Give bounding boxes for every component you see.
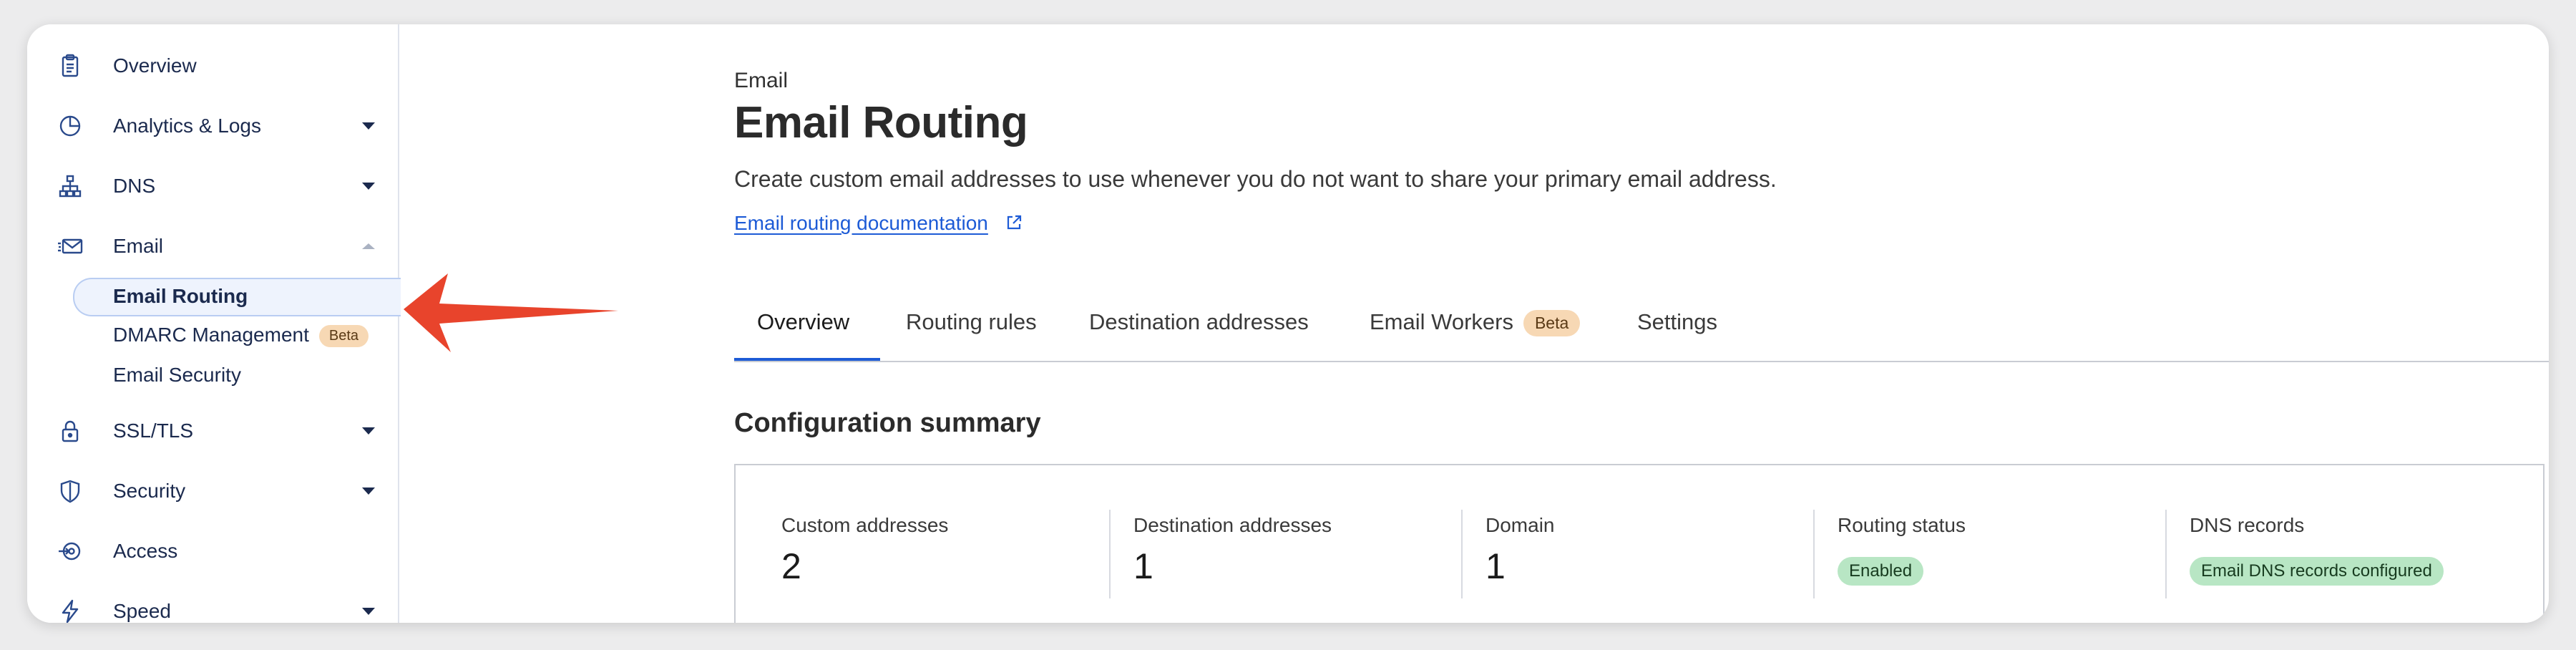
stat-value: 1 — [1485, 546, 1506, 586]
sidebar-item-ssl-tls[interactable]: SSL/TLS — [27, 409, 398, 452]
stat-label: DNS records — [2190, 514, 2305, 536]
sidebar-item-label: Access — [113, 540, 178, 562]
stat-label: Routing status — [1838, 514, 1966, 536]
divider — [1813, 510, 1815, 598]
sidebar-item-access[interactable]: Access — [27, 530, 398, 573]
stat-value: 2 — [781, 546, 801, 586]
sidebar-item-label: DNS — [113, 175, 156, 197]
sidebar-item-speed[interactable]: Speed — [27, 590, 398, 623]
sidebar-item-label: Speed — [113, 600, 171, 622]
beta-badge: Beta — [1523, 310, 1581, 337]
app-window: Overview Analytics & Logs DNS Email Emai… — [27, 24, 2549, 623]
chevron-down-icon[interactable] — [362, 488, 375, 495]
divider — [2165, 510, 2167, 598]
tab-email-workers[interactable]: Email Workers Beta — [1370, 309, 1581, 337]
tab-settings[interactable]: Settings — [1637, 309, 1717, 335]
sidebar-item-email[interactable]: Email — [27, 225, 398, 268]
tab-overview[interactable]: Overview — [757, 309, 849, 335]
external-link-icon[interactable] — [1005, 213, 1023, 232]
chevron-up-icon[interactable] — [362, 243, 375, 249]
page-description: Create custom email addresses to use whe… — [734, 166, 1777, 192]
clipboard-icon — [57, 53, 83, 79]
lightning-icon — [57, 598, 83, 623]
pie-chart-icon — [57, 113, 83, 139]
chevron-down-icon[interactable] — [362, 608, 375, 615]
page-title: Email Routing — [734, 98, 1028, 147]
main-content: Email Email Routing Create custom email … — [399, 24, 2549, 623]
access-icon — [57, 538, 83, 564]
documentation-link[interactable]: Email routing documentation — [734, 212, 988, 235]
email-icon — [57, 233, 83, 259]
section-title: Configuration summary — [734, 408, 1041, 438]
divider — [1109, 510, 1111, 598]
sidebar-item-security[interactable]: Security — [27, 470, 398, 513]
chevron-down-icon[interactable] — [362, 427, 375, 435]
active-tab-indicator — [734, 358, 880, 361]
sidebar-item-dns[interactable]: DNS — [27, 165, 398, 208]
divider — [1461, 510, 1463, 598]
lock-icon — [57, 418, 83, 444]
beta-badge: Beta — [318, 325, 369, 348]
stat-label: Destination addresses — [1133, 514, 1332, 536]
chevron-down-icon[interactable] — [362, 122, 375, 130]
sidebar: Overview Analytics & Logs DNS Email Emai… — [27, 24, 401, 623]
sidebar-item-label: Analytics & Logs — [113, 115, 261, 137]
sidebar-item-label: Security — [113, 480, 186, 502]
sidebar-subitem-dmarc[interactable]: DMARC Management Beta — [113, 324, 369, 348]
sidebar-item-label: Overview — [113, 54, 197, 77]
breadcrumb: Email — [734, 69, 789, 92]
sidebar-subitem-label: Email Security — [113, 364, 241, 386]
tab-label: Email Workers — [1370, 309, 1513, 334]
stat-label: Custom addresses — [781, 514, 949, 536]
sidebar-item-label: SSL/TLS — [113, 419, 194, 442]
sidebar-subitem-label: Email Routing — [113, 285, 248, 307]
sidebar-item-analytics[interactable]: Analytics & Logs — [27, 105, 398, 147]
shield-icon — [57, 478, 83, 504]
tab-routing-rules[interactable]: Routing rules — [906, 309, 1037, 335]
chevron-down-icon[interactable] — [362, 183, 375, 190]
status-badge: Email DNS records configured — [2190, 557, 2444, 586]
sidebar-item-overview[interactable]: Overview — [27, 44, 398, 87]
configuration-summary-card: Custom addresses 2 Destination addresses… — [734, 464, 2545, 623]
stat-value: 1 — [1133, 546, 1153, 586]
sidebar-item-label: Email — [113, 235, 164, 257]
stat-label: Domain — [1485, 514, 1555, 536]
sidebar-subitem-email-security[interactable]: Email Security — [113, 364, 241, 387]
sidebar-subitem-label: DMARC Management — [113, 324, 309, 346]
tab-bar: Overview Routing rules Destination addre… — [734, 296, 2549, 362]
network-icon — [57, 173, 83, 199]
tab-destination-addresses[interactable]: Destination addresses — [1089, 309, 1309, 335]
status-badge: Enabled — [1838, 557, 1924, 586]
